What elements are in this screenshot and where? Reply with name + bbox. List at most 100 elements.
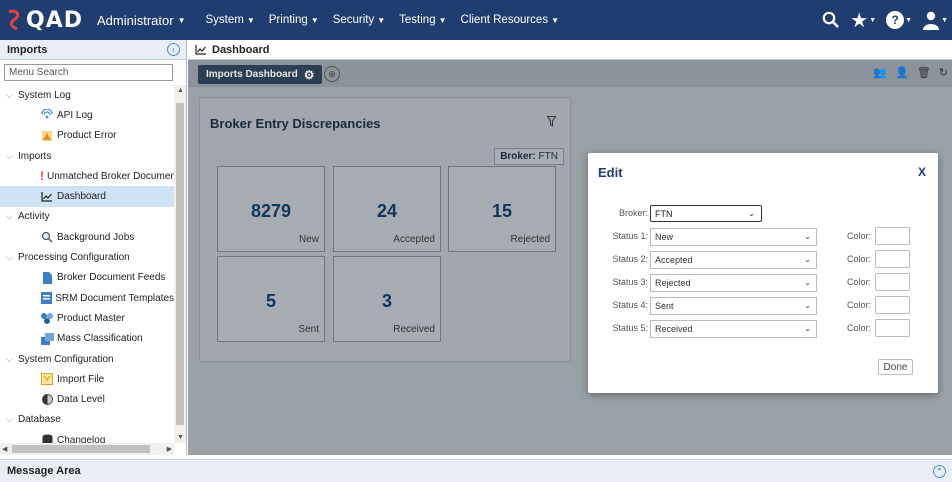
close-button[interactable]: X (918, 165, 926, 179)
tree-item-data-level[interactable]: Data Level (0, 389, 174, 409)
tree-label: Database (18, 414, 61, 426)
nav-label: Printing (268, 14, 308, 26)
status-2-color-input[interactable] (875, 250, 910, 268)
status-1-color-input[interactable] (875, 227, 910, 245)
tree-item-api-log[interactable]: API Log (0, 105, 174, 125)
role-menu[interactable]: Administrator ▼ (97, 13, 186, 28)
qad-logo[interactable]: QAD (6, 8, 83, 33)
tree-item-dashboard[interactable]: Dashboard (0, 186, 174, 207)
scrollbar-thumb[interactable] (12, 445, 150, 453)
help-menu[interactable]: ? ▼ (886, 11, 912, 29)
status-5-select[interactable]: Received ⌄ (650, 320, 817, 338)
tree-group-system-log[interactable]: ⌵ System Log (0, 85, 174, 105)
tile-rejected[interactable]: 15 Rejected (448, 166, 556, 252)
users-icon[interactable]: 👥 (873, 66, 887, 79)
user-icon (923, 11, 940, 30)
status-4-color-input[interactable] (875, 296, 910, 314)
classification-icon (40, 332, 54, 345)
status-1-select[interactable]: New ⌄ (650, 228, 817, 246)
scroll-down-icon[interactable]: ▼ (177, 434, 184, 441)
refresh-icon[interactable]: ↻ (939, 66, 948, 79)
tree-item-srm-document-templates[interactable]: SRM Document Templates (0, 288, 174, 308)
color-label: Color: (847, 254, 872, 264)
broker-select[interactable]: FTN ⌄ (650, 205, 762, 222)
done-button[interactable]: Done (878, 359, 913, 375)
dialog-title: Edit (598, 165, 623, 180)
tree-label: Imports (18, 150, 52, 162)
role-label: Administrator (97, 12, 174, 28)
tile-label: Sent (298, 324, 319, 335)
tree-item-changelog[interactable]: Changelog (0, 430, 174, 443)
collapse-sidebar-button[interactable]: ‹ (167, 43, 180, 56)
status-2-select[interactable]: Accepted ⌄ (650, 251, 817, 269)
data-level-icon (40, 394, 54, 406)
tile-label: Accepted (393, 234, 435, 245)
nav-client-resources[interactable]: Client Resources ▼ (461, 14, 560, 26)
tree-group-imports[interactable]: ⌵ Imports (0, 146, 174, 166)
scroll-up-icon[interactable]: ▲ (177, 87, 184, 94)
tile-received[interactable]: 3 Received (333, 256, 441, 342)
tile-label: Rejected (510, 234, 550, 245)
tree-item-background-jobs[interactable]: Background Jobs (0, 227, 174, 247)
favorites-menu[interactable]: ★ ▼ (850, 8, 876, 33)
tile-sent[interactable]: 5 Sent (217, 256, 325, 342)
product-master-icon (40, 312, 54, 325)
dashboard-toolbar: Imports Dashboard ⚙ ⊕ 👥 👤 🗑 ↻ (188, 60, 952, 87)
status-5-color-input[interactable] (875, 319, 910, 337)
remove-user-icon[interactable]: 👤 (895, 66, 909, 79)
nav-testing[interactable]: Testing ▼ (399, 14, 446, 26)
gear-icon[interactable]: ⚙ (304, 68, 315, 82)
status-3-color-input[interactable] (875, 273, 910, 291)
page-title: Dashboard (212, 43, 270, 56)
nav-label: Client Resources (460, 14, 549, 26)
status-label: Status 3: (612, 277, 648, 287)
chevron-down-icon: ▼ (905, 16, 913, 24)
tab-imports-dashboard[interactable]: Imports Dashboard ⚙ (198, 65, 323, 84)
warning-icon (40, 130, 54, 142)
tree-group-system-configuration[interactable]: ⌵ System Configuration (0, 349, 174, 369)
tile-accepted[interactable]: 24 Accepted (333, 166, 441, 252)
trash-icon[interactable]: 🗑 (917, 66, 931, 79)
user-menu[interactable]: ▼ (922, 10, 948, 30)
tile-new[interactable]: 8279 New (217, 166, 325, 252)
tree-label: API Log (57, 109, 93, 121)
menu-search-input[interactable]: Menu Search (4, 64, 173, 81)
scroll-left-icon[interactable]: ◀ (2, 445, 7, 453)
nav-label: Testing (399, 14, 436, 26)
broker-label: Broker: (618, 208, 648, 218)
sidebar-horizontal-scrollbar[interactable]: ◀ ▶ (0, 443, 174, 455)
search-icon[interactable] (822, 11, 840, 29)
nav-printing[interactable]: Printing ▼ (269, 14, 319, 26)
status-4-select[interactable]: Sent ⌄ (650, 297, 817, 315)
nav-system[interactable]: System ▼ (206, 14, 255, 26)
chart-line-icon (195, 45, 206, 55)
filter-icon[interactable] (546, 116, 557, 130)
expand-message-area-button[interactable]: ⌃ (933, 465, 946, 478)
chevron-down-icon: ▼ (246, 15, 255, 25)
tree-item-mass-classification[interactable]: Mass Classification (0, 329, 174, 349)
tree-item-product-error[interactable]: Product Error (0, 126, 174, 146)
status-row-3: Status 3: Rejected ⌄ Color: (588, 273, 938, 292)
tree-group-database[interactable]: ⌵ Database (0, 410, 174, 430)
tree-item-broker-document-feeds[interactable]: Broker Document Feeds (0, 268, 174, 288)
sidebar-vertical-scrollbar[interactable]: ▲ ▼ (174, 85, 186, 443)
tree-item-unmatched-broker-documents[interactable]: ! Unmatched Broker Documen (0, 166, 174, 186)
status-label: Status 4: (612, 300, 648, 310)
tree-label: Background Jobs (57, 231, 135, 243)
database-icon (40, 434, 54, 443)
tree-group-processing-configuration[interactable]: ⌵ Processing Configuration (0, 247, 174, 267)
add-dashboard-button[interactable]: ⊕ (324, 66, 340, 82)
tree-group-activity[interactable]: ⌵ Activity (0, 207, 174, 227)
nav-security[interactable]: Security ▼ (333, 14, 385, 26)
status-value: Accepted (655, 255, 693, 265)
tree-item-import-file[interactable]: Import File (0, 369, 174, 389)
chevron-down-icon: ⌵ (6, 252, 13, 263)
template-icon (40, 292, 52, 305)
tree-label: Activity (18, 211, 50, 223)
tile-label: New (298, 234, 319, 245)
scrollbar-thumb[interactable] (176, 103, 184, 425)
tree-item-product-master[interactable]: Product Master (0, 308, 174, 328)
tree-label: Changelog (57, 434, 106, 443)
scroll-right-icon[interactable]: ▶ (167, 445, 172, 453)
status-3-select[interactable]: Rejected ⌄ (650, 274, 817, 292)
